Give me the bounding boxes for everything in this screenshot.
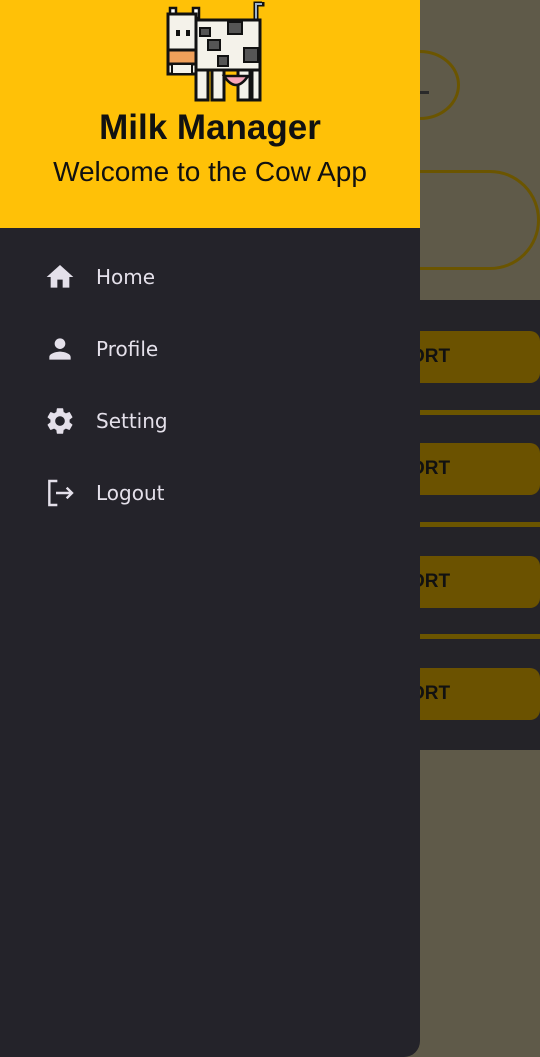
home-icon <box>44 261 76 293</box>
navigation-drawer: Milk Manager Welcome to the Cow App Home… <box>0 0 420 1057</box>
drawer-item-label: Home <box>96 265 156 289</box>
drawer-item-home[interactable]: Home <box>0 247 420 307</box>
drawer-item-label: Profile <box>96 337 159 361</box>
app-subtitle: Welcome to the Cow App <box>53 156 367 187</box>
background-divider <box>420 410 540 415</box>
background-divider <box>420 634 540 639</box>
background-divider <box>420 522 540 527</box>
logout-icon <box>44 477 76 509</box>
cow-icon <box>166 1 265 102</box>
drawer-item-setting[interactable]: Setting <box>0 391 420 451</box>
person-icon <box>44 333 76 365</box>
drawer-item-label: Logout <box>96 481 165 505</box>
drawer-item-profile[interactable]: Profile <box>0 319 420 379</box>
gear-icon <box>44 405 76 437</box>
drawer-header: Milk Manager Welcome to the Cow App <box>0 0 420 228</box>
drawer-item-logout[interactable]: Logout <box>0 463 420 523</box>
drawer-item-label: Setting <box>96 409 168 433</box>
app-title: Milk Manager <box>99 108 321 147</box>
